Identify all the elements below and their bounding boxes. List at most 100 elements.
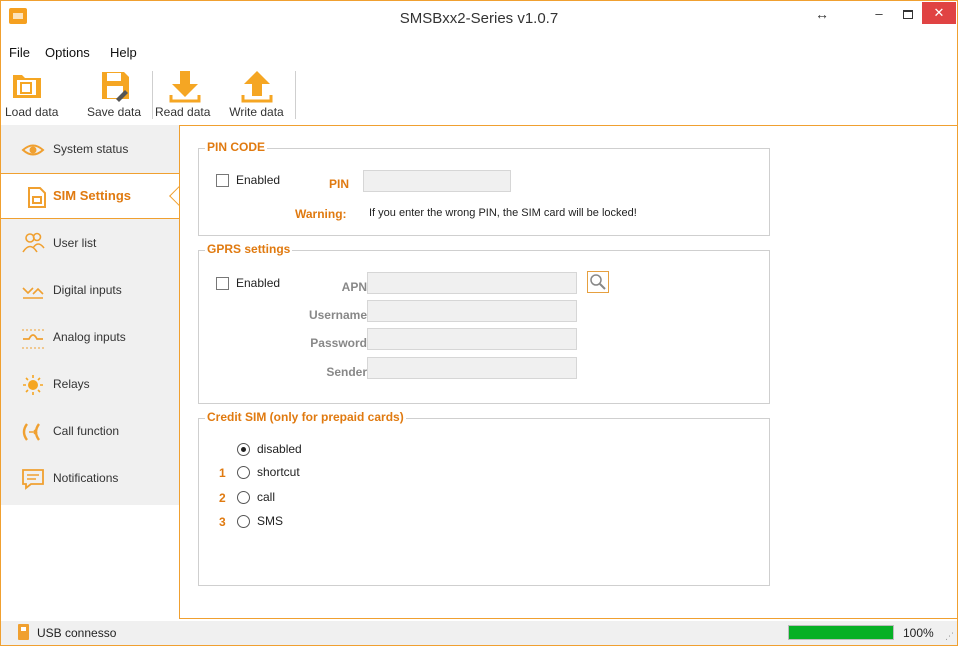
apn-label: APN (341, 280, 367, 294)
upload-arrow-icon (241, 71, 273, 103)
toolbar-separator (152, 71, 153, 119)
checkbox-label: Enabled (236, 173, 281, 187)
warning-label: Warning: (295, 207, 347, 221)
load-data-button[interactable]: Load data (5, 67, 59, 121)
username-label: Username (308, 308, 367, 322)
checkbox-box (216, 173, 229, 187)
sidebar-item-label: Relays (53, 377, 90, 391)
sidebar-item-label: SIM Settings (53, 188, 132, 203)
pin-code-legend: PIN CODE (205, 140, 268, 154)
save-data-label: Save data (87, 105, 142, 119)
sidebar-empty-area (1, 505, 179, 619)
checkbox-label: Enabled (236, 276, 281, 290)
toolbar-separator-end (295, 71, 296, 119)
read-data-label: Read data (155, 105, 211, 119)
radio-unselected (237, 465, 250, 479)
write-data-button[interactable]: Write data (228, 67, 286, 121)
sidebar-item-notifications[interactable]: Notifications (1, 456, 179, 502)
sidebar-item-label: Call function (53, 424, 120, 438)
gprs-enabled-checkbox[interactable]: Enabled (216, 276, 280, 290)
save-disk-icon (102, 72, 129, 102)
sidebar-item-call-function[interactable]: Call function (1, 409, 179, 455)
sidebar-item-label: Notifications (53, 471, 119, 485)
progress-fill (789, 626, 893, 639)
maximize-button[interactable] (895, 1, 921, 27)
sidebar-item-label: User list (53, 236, 97, 250)
save-data-button[interactable]: Save data (87, 67, 141, 121)
progress-text: 100% (903, 626, 934, 640)
option-number: 1 (219, 466, 226, 480)
username-input[interactable] (367, 300, 577, 322)
download-arrow-icon (169, 71, 201, 103)
search-icon (590, 274, 606, 290)
sidebar-item-system-status[interactable]: System status (1, 127, 179, 173)
sidebar-item-label: Digital inputs (53, 283, 122, 297)
notifications-icon (22, 469, 44, 490)
menu-bar: File Options Help (1, 43, 957, 63)
credit-sim-group: Credit SIM (only for prepaid cards) disa… (198, 410, 770, 586)
sidebar-item-label: Analog inputs (53, 330, 126, 344)
status-bar: USB connesso 100% ⋰ (1, 621, 957, 645)
resize-grip-icon[interactable]: ⋰ (945, 631, 954, 642)
sim-settings-panel: PIN CODE Enabled PIN Warning: If you ent… (179, 125, 957, 619)
pin-code-group: PIN CODE Enabled PIN Warning: If you ent… (198, 140, 770, 236)
warning-text: If you enter the wrong PIN, the SIM card… (369, 207, 637, 219)
maximize-icon (903, 10, 913, 20)
connection-status: USB connesso (37, 626, 117, 640)
credit-sim-legend: Credit SIM (only for prepaid cards) (205, 410, 406, 424)
pin-enabled-checkbox[interactable]: Enabled (216, 173, 280, 187)
radio-unselected (237, 490, 250, 504)
sender-label: Sender (326, 365, 367, 379)
minimize-button[interactable]: – (866, 1, 892, 27)
write-data-label: Write data (229, 105, 284, 119)
app-window: SMSBxx2-Series v1.0.7 ↔ – ✕ File Options… (0, 0, 958, 646)
password-input[interactable] (367, 328, 577, 350)
read-data-button[interactable]: Read data (155, 67, 210, 121)
sidebar-item-analog-inputs[interactable]: Analog inputs (1, 315, 179, 361)
digital-inputs-icon (22, 287, 44, 299)
usb-icon (18, 624, 29, 640)
radio-unselected (237, 514, 250, 528)
analog-inputs-icon (22, 329, 44, 349)
credit-option-disabled[interactable]: disabled (237, 442, 302, 456)
sidebar: System status SIM Settings User list Dig… (1, 125, 179, 619)
progress-bar (788, 625, 894, 640)
pin-label: PIN (329, 177, 350, 191)
load-folder-icon (13, 75, 41, 98)
toolbar: Load data Save data Read data Write data (1, 65, 957, 123)
apn-input[interactable] (367, 272, 577, 294)
option-number: 2 (219, 491, 226, 505)
radio-selected (237, 442, 250, 456)
sim-card-icon (28, 187, 46, 208)
gprs-settings-group: GPRS settings Enabled APN Username Passw… (198, 242, 770, 404)
eye-icon (21, 144, 45, 156)
sidebar-item-digital-inputs[interactable]: Digital inputs (1, 268, 179, 314)
radio-label: call (257, 490, 276, 504)
credit-option-call[interactable]: call (237, 490, 275, 504)
option-number: 3 (219, 515, 226, 529)
pin-input[interactable] (363, 170, 511, 192)
menu-help[interactable]: Help (110, 45, 137, 60)
gprs-settings-legend: GPRS settings (205, 242, 293, 256)
apn-search-button[interactable] (587, 271, 609, 293)
sidebar-item-label: System status (53, 142, 129, 156)
load-data-label: Load data (5, 105, 59, 119)
sidebar-item-relays[interactable]: Relays (1, 362, 179, 408)
radio-label: SMS (257, 514, 284, 528)
radio-label: shortcut (257, 465, 300, 479)
sidebar-item-user-list[interactable]: User list (1, 221, 179, 267)
radio-label: disabled (257, 442, 302, 456)
menu-options[interactable]: Options (45, 45, 90, 60)
password-label: Password (310, 336, 367, 350)
users-icon (22, 232, 45, 253)
credit-option-sms[interactable]: SMS (237, 514, 283, 528)
credit-option-shortcut[interactable]: shortcut (237, 465, 300, 479)
menu-file[interactable]: File (9, 45, 30, 60)
sidebar-item-sim-settings[interactable]: SIM Settings (1, 173, 179, 219)
relay-bulb-icon (23, 375, 43, 395)
title-bar[interactable]: SMSBxx2-Series v1.0.7 ↔ – ✕ (1, 1, 957, 39)
call-function-icon (22, 423, 40, 441)
resize-icon[interactable]: ↔ (809, 1, 835, 27)
close-button[interactable]: ✕ (922, 2, 956, 24)
sender-input[interactable] (367, 357, 577, 379)
